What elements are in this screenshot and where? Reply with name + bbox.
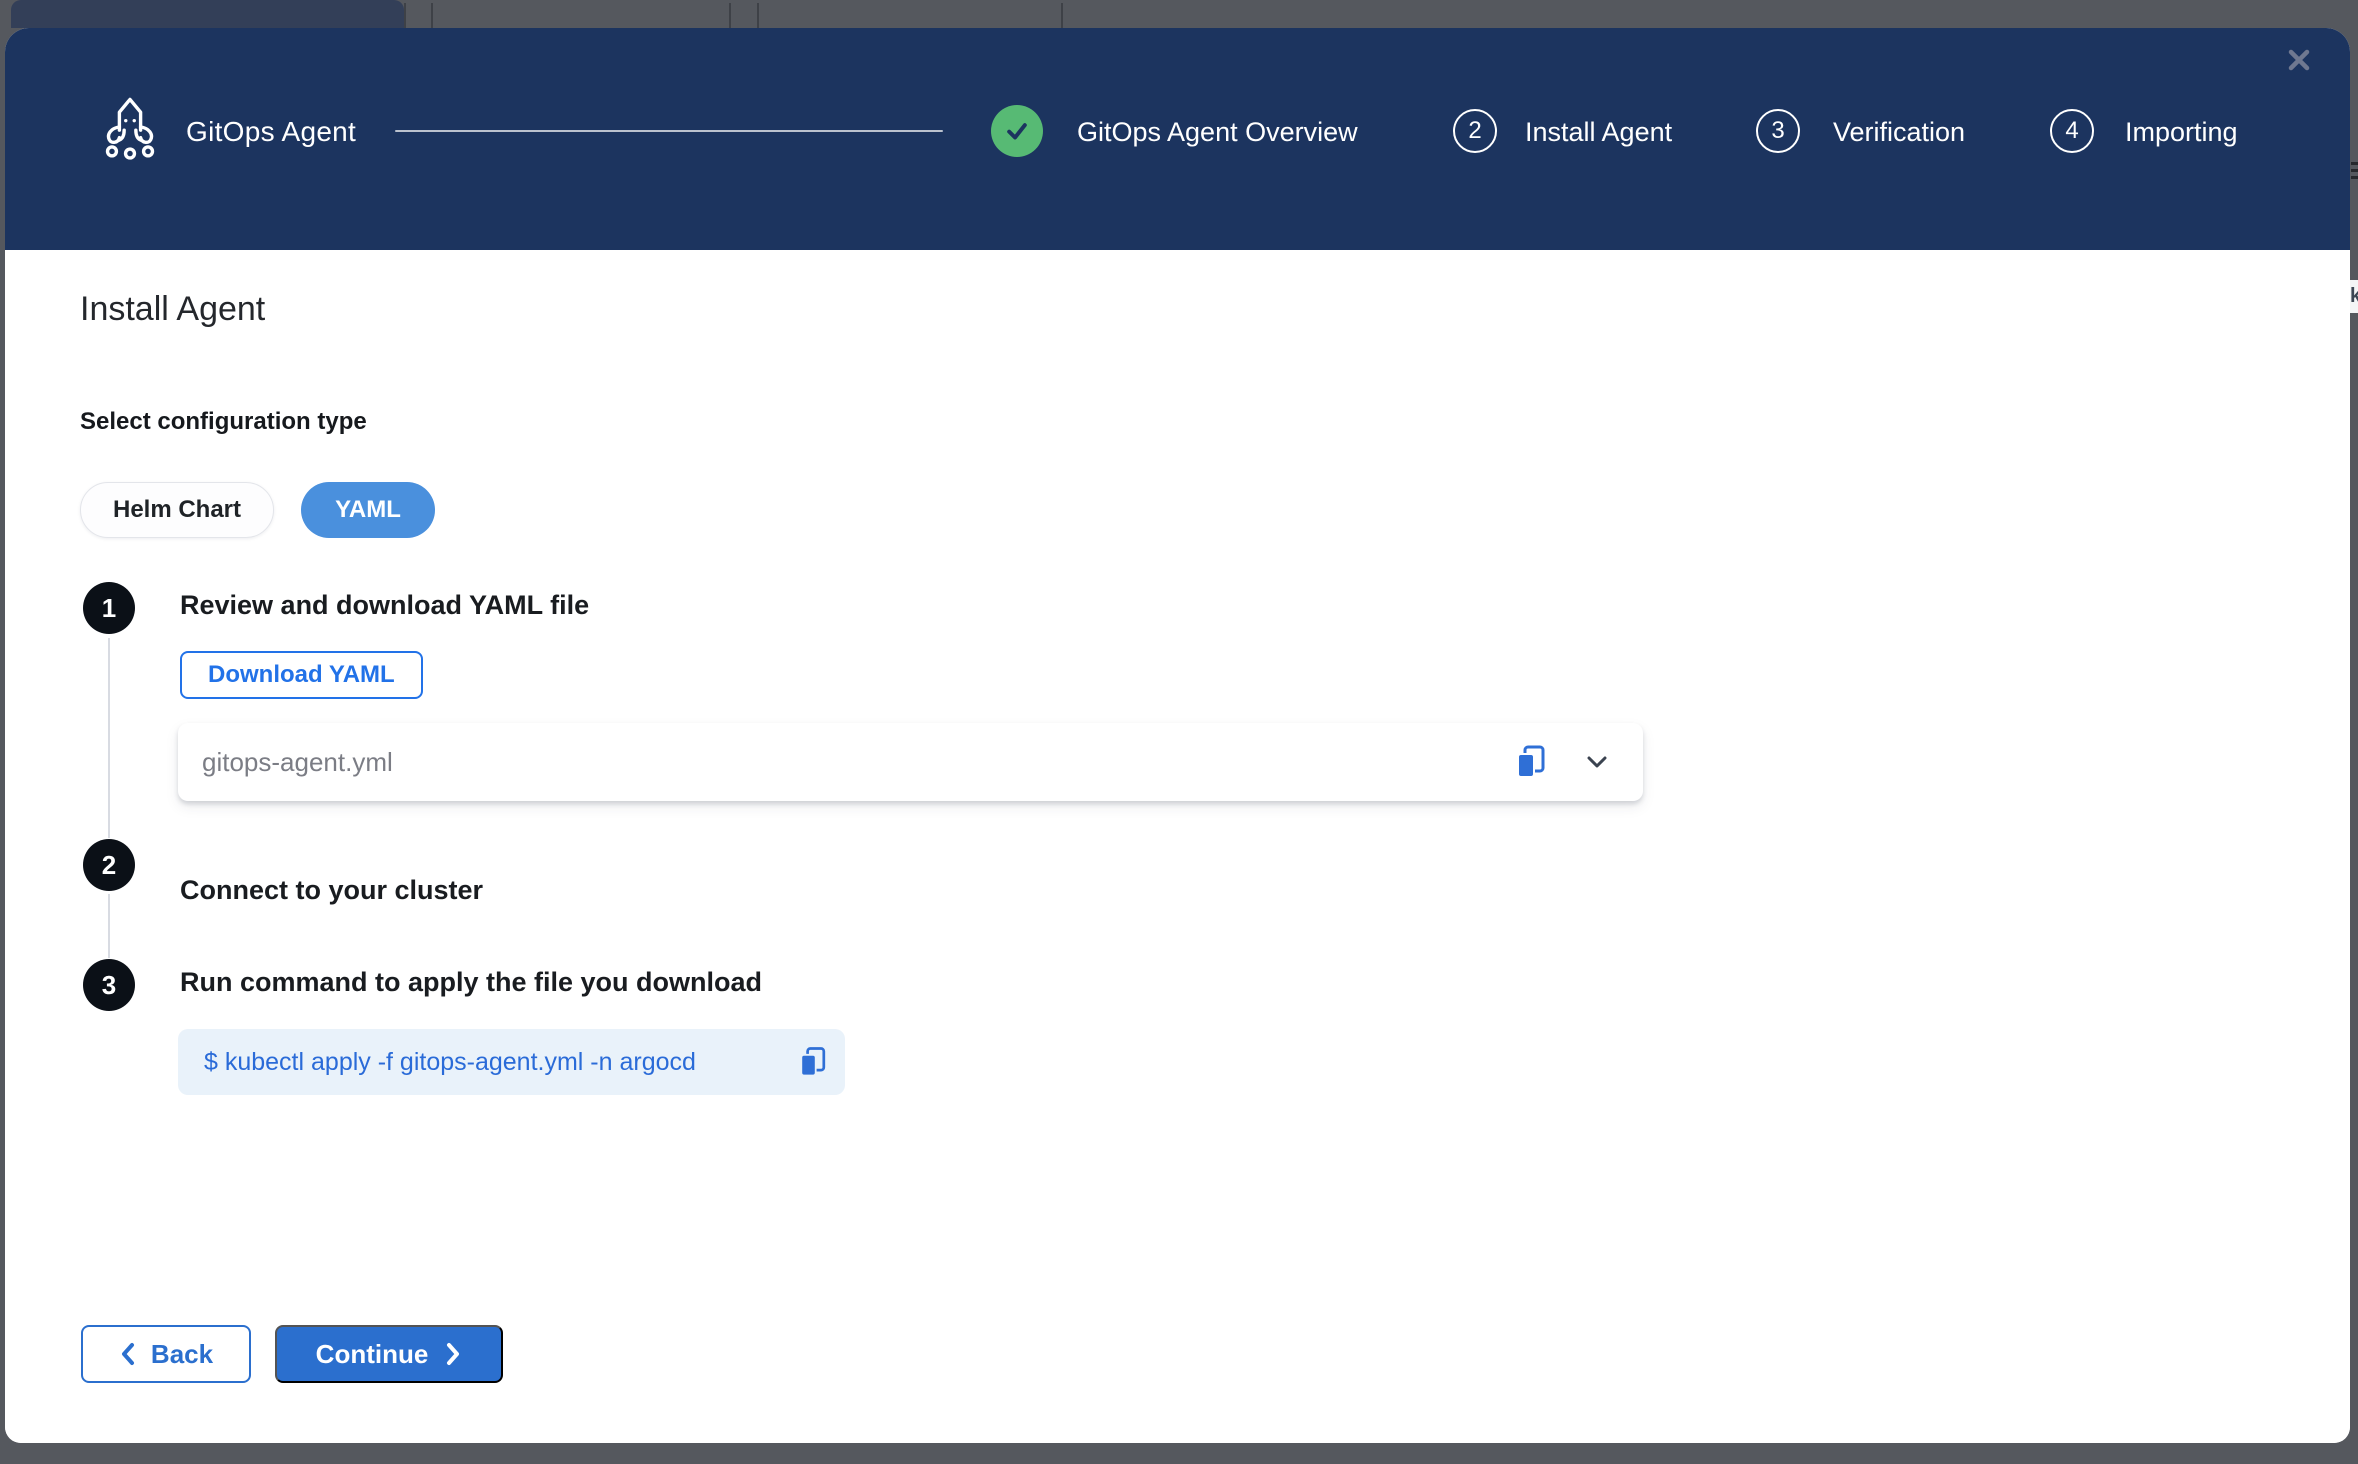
wizard-step-importing-number[interactable]: 4 (2050, 109, 2094, 153)
tab-separator (729, 3, 731, 28)
step-2-badge: 2 (83, 839, 135, 891)
header-divider (395, 130, 943, 132)
step-connector (108, 638, 110, 838)
download-yaml-label: Download YAML (208, 661, 395, 689)
wizard-step-importing-label[interactable]: Importing (2125, 117, 2238, 148)
step-3-title: Run command to apply the file you downlo… (180, 967, 762, 998)
chevron-down-icon (1582, 747, 1612, 777)
tab-separator (431, 3, 433, 28)
continue-label: Continue (316, 1339, 429, 1370)
copy-yaml-button[interactable] (1509, 740, 1553, 784)
apply-command-text: $ kubectl apply -f gitops-agent.yml -n a… (204, 1048, 791, 1077)
wizard-header: GitOps Agent GitOps Agent Overview 2 Ins… (5, 28, 2350, 250)
config-option-helm-chart[interactable]: Helm Chart (80, 482, 274, 538)
wizard-body: Install Agent Select configuration type … (5, 250, 2350, 1443)
background-page-edge: k (2350, 28, 2358, 1443)
tab-separator (757, 3, 759, 28)
yaml-filename: gitops-agent.yml (202, 747, 1509, 778)
page-title: Install Agent (80, 290, 265, 329)
screen: k GitOps Agent (0, 0, 2358, 1464)
squid-logo-icon (95, 91, 165, 163)
step-1-title: Review and download YAML file (180, 590, 589, 621)
chevron-left-icon (119, 1341, 137, 1367)
close-button[interactable] (2279, 40, 2319, 80)
copy-icon (1511, 742, 1551, 782)
config-option-label: Helm Chart (113, 496, 241, 524)
product-title: GitOps Agent (186, 116, 356, 148)
back-label: Back (151, 1339, 213, 1370)
back-button[interactable]: Back (81, 1325, 251, 1383)
background-active-tab (11, 0, 404, 28)
chevron-right-icon (444, 1341, 462, 1367)
config-option-label: YAML (335, 496, 401, 524)
background-tab-strip (0, 0, 2358, 28)
copy-icon (795, 1044, 831, 1080)
tab-separator (1061, 3, 1063, 28)
check-icon (1000, 114, 1034, 148)
step-connector (108, 894, 110, 958)
config-option-yaml[interactable]: YAML (301, 482, 435, 538)
tab-separator (404, 3, 406, 28)
background-text-fragment: k (2350, 280, 2358, 313)
hamburger-icon (2351, 162, 2358, 183)
yaml-file-panel: gitops-agent.yml (178, 723, 1643, 801)
download-yaml-button[interactable]: Download YAML (180, 651, 423, 699)
expand-yaml-button[interactable] (1575, 740, 1619, 784)
apply-command-panel: $ kubectl apply -f gitops-agent.yml -n a… (178, 1029, 845, 1095)
gitops-agent-wizard-modal: GitOps Agent GitOps Agent Overview 2 Ins… (5, 28, 2350, 1443)
step-number: 2 (102, 850, 116, 881)
wizard-step-overview-label[interactable]: GitOps Agent Overview (1077, 117, 1358, 148)
step-1-badge: 1 (83, 582, 135, 634)
wizard-step-verification-label[interactable]: Verification (1833, 117, 1965, 148)
step-number: 1 (102, 593, 116, 624)
wizard-step-install-number[interactable]: 2 (1453, 109, 1497, 153)
step-2-title: Connect to your cluster (180, 875, 483, 906)
step-number: 3 (102, 970, 116, 1001)
close-icon (2284, 45, 2314, 75)
continue-button[interactable]: Continue (275, 1325, 503, 1383)
copy-command-button[interactable] (791, 1040, 835, 1084)
wizard-step-overview-check[interactable] (991, 105, 1043, 157)
wizard-step-verification-number[interactable]: 3 (1756, 109, 1800, 153)
step-3-badge: 3 (83, 959, 135, 1011)
wizard-step-install-label[interactable]: Install Agent (1525, 117, 1672, 148)
config-type-label: Select configuration type (80, 408, 367, 436)
